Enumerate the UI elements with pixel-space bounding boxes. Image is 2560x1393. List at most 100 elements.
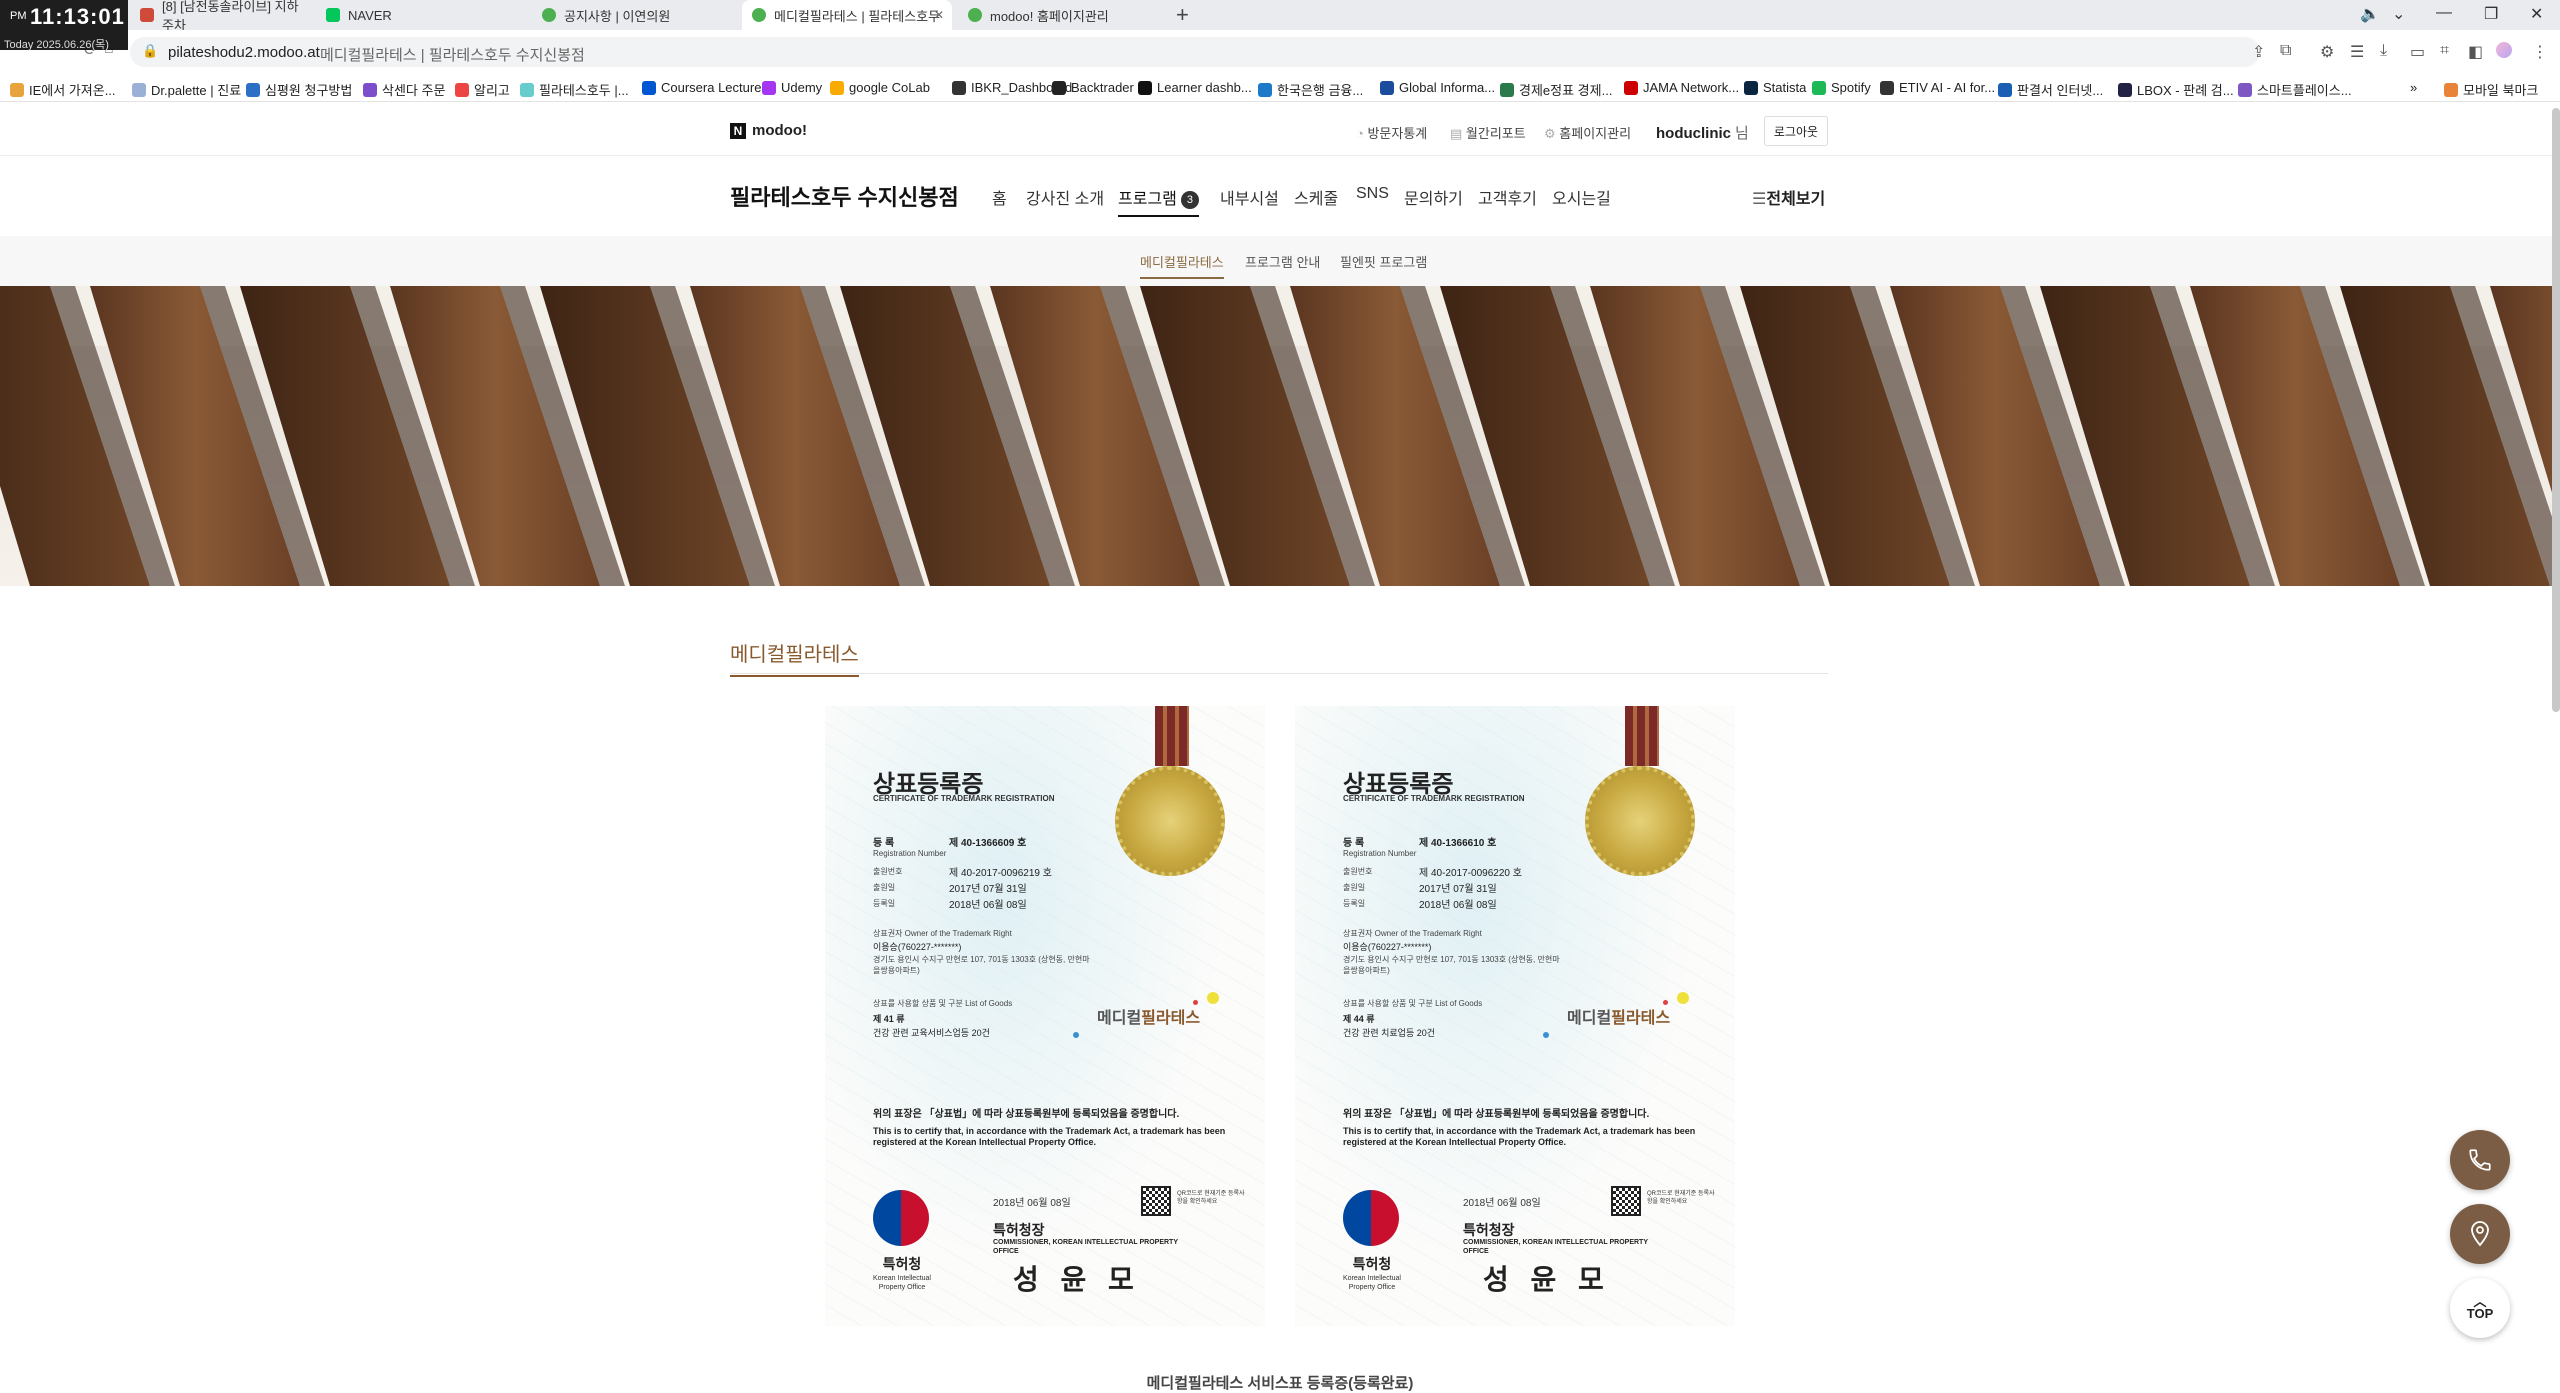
download-icon[interactable]: ⤓ bbox=[2380, 42, 2387, 60]
bookmark-item[interactable]: 알리고 bbox=[455, 80, 510, 99]
bookmark-item[interactable]: 필라테스호두 |... bbox=[520, 80, 629, 99]
bookmarks-more-button[interactable]: » bbox=[2410, 80, 2417, 95]
visitor-stats-link[interactable]: ◔ 방문자통계 bbox=[1356, 123, 1427, 142]
reg-label-en: Registration Number bbox=[873, 849, 947, 858]
office-name-en: Korean Intellectual Property Office bbox=[873, 1275, 931, 1291]
filing-date: 2017년 07월 31일 bbox=[1419, 884, 1497, 895]
restore-icon[interactable]: ❐ bbox=[2484, 4, 2498, 24]
close-tab-icon[interactable]: ✕ bbox=[934, 8, 944, 22]
menu-sns[interactable]: SNS bbox=[1356, 185, 1389, 203]
bookmark-item[interactable]: JAMA Network... bbox=[1624, 80, 1739, 95]
mobile-bookmarks-folder[interactable]: 모바일 북마크 bbox=[2444, 80, 2538, 99]
location-button[interactable] bbox=[2450, 1204, 2510, 1264]
chevron-down-icon[interactable]: ⌄ bbox=[2392, 4, 2405, 24]
bookmark-item[interactable]: IE에서 가져온... bbox=[10, 80, 116, 99]
browser-tab[interactable]: [8] [남전동솔라이브] 지하 주차 bbox=[130, 0, 310, 33]
brand-dot bbox=[1073, 1032, 1079, 1038]
reg-date: 2018년 06월 08일 bbox=[1419, 900, 1497, 911]
sidebar-icon[interactable]: ◧ bbox=[2468, 42, 2483, 62]
browser-tab-active[interactable]: 메디컬필라테스 | 필라테스호두 ✕ bbox=[742, 0, 952, 30]
bookmark-item[interactable]: Backtrader bbox=[1052, 80, 1134, 95]
site-name[interactable]: 필라테스호두 수지신봉점 bbox=[730, 180, 959, 212]
scroll-top-button[interactable]: ︿ TOP bbox=[2450, 1278, 2510, 1338]
pilates-brand-logo: 메디컬필라테스 bbox=[1567, 1004, 1670, 1028]
bookmark-item[interactable]: 한국은행 금융... bbox=[1258, 80, 1363, 99]
program-count-badge: 3 bbox=[1180, 190, 1199, 209]
bookmark-favicon-icon bbox=[1880, 80, 1894, 95]
address-bar[interactable]: 🔒 pilateshodu2.modoo.at 메디컬필라테스 | 필라테스호두… bbox=[130, 37, 2260, 67]
bookmark-item[interactable]: Coursera Lecture bbox=[642, 80, 761, 95]
browser-tab[interactable]: 공지사항 | 이연의원 bbox=[532, 0, 742, 30]
bookmark-item[interactable]: Udemy bbox=[762, 80, 822, 95]
reg-number: 제 40-1366610 호 bbox=[1419, 838, 1497, 849]
bookmark-item[interactable]: LBOX - 판례 검... bbox=[2118, 80, 2234, 99]
browser-tab[interactable]: NAVER bbox=[316, 0, 526, 30]
reading-list-icon[interactable]: ☰ bbox=[2350, 42, 2364, 62]
new-tab-button[interactable]: + bbox=[1176, 2, 1189, 28]
menu-home[interactable]: 홈 bbox=[992, 185, 1007, 209]
trademark-certificate-image: 상표등록증 CERTIFICATE OF TRADEMARK REGISTRATI… bbox=[825, 706, 1265, 1326]
homepage-admin-link[interactable]: ⚙ 홈페이지관리 bbox=[1544, 123, 1631, 142]
filing-label: 출원일 bbox=[1343, 883, 1366, 892]
submenu-program-guide[interactable]: 프로그램 안내 bbox=[1245, 252, 1320, 271]
share-icon[interactable]: ⇪ bbox=[2252, 42, 2265, 62]
extension-icon[interactable]: ⚙ bbox=[2320, 42, 2334, 62]
office-name: 특허청 bbox=[1352, 1256, 1392, 1272]
lock-icon: 🔒 bbox=[142, 43, 159, 58]
reg-date-label: 등록일 bbox=[1343, 899, 1366, 908]
audio-icon[interactable]: 🔈 bbox=[2360, 4, 2380, 24]
issue-date: 2018년 06월 08일 bbox=[1463, 1198, 1541, 1209]
commissioner-title: 특허청장 bbox=[993, 1222, 1045, 1238]
bookmark-item[interactable]: ETIV AI - AI for... bbox=[1880, 80, 1995, 95]
menu-instructors[interactable]: 강사진 소개 bbox=[1026, 185, 1104, 209]
menu-reviews[interactable]: 고객후기 bbox=[1478, 185, 1537, 209]
user-name: hoduclinic 님 bbox=[1656, 125, 1749, 142]
logout-button[interactable]: 로그아웃 bbox=[1764, 116, 1828, 146]
bookmark-item[interactable]: Dr.palette | 진료 bbox=[132, 80, 241, 99]
bookmark-item[interactable]: Statista bbox=[1744, 80, 1806, 95]
page-scrollbar[interactable] bbox=[2552, 108, 2560, 712]
menu-schedule[interactable]: 스케줄 bbox=[1294, 185, 1338, 209]
bookmark-item[interactable]: google CoLab bbox=[830, 80, 930, 95]
bookmark-favicon-icon bbox=[1138, 80, 1152, 95]
menu-facilities[interactable]: 내부시설 bbox=[1220, 185, 1279, 209]
close-window-icon[interactable]: ✕ bbox=[2530, 4, 2543, 24]
declaration-en: This is to certify that, in accordance w… bbox=[1343, 1126, 1696, 1147]
owner-label: 상표권자 Owner of the Trademark Right bbox=[1343, 929, 1482, 938]
app-number: 제 40-2017-0096219 호 bbox=[949, 868, 1052, 879]
view-all-button[interactable]: ☰전체보기 bbox=[1752, 185, 1825, 209]
bookmark-favicon-icon bbox=[363, 82, 377, 97]
menu-program[interactable]: 프로그램 3 bbox=[1118, 185, 1199, 217]
bookmark-item[interactable]: Spotify bbox=[1812, 80, 1871, 95]
submenu-pilnfit-program[interactable]: 필엔핏 프로그램 bbox=[1340, 252, 1427, 271]
page-title-text: 메디컬필라테스 | 필라테스호두 수지신봉점 bbox=[320, 47, 585, 64]
office-name-en: Korean Intellectual Property Office bbox=[1343, 1275, 1401, 1291]
monthly-report-link[interactable]: ▤ 월간리포트 bbox=[1450, 123, 1526, 142]
menu-directions[interactable]: 오시는길 bbox=[1552, 185, 1611, 209]
bookmark-item[interactable]: Learner dashb... bbox=[1138, 80, 1252, 95]
bookmark-item[interactable]: 삭센다 주문 bbox=[363, 80, 445, 99]
screenshot-icon[interactable]: ⌗ bbox=[2440, 42, 2449, 60]
minimize-icon[interactable]: — bbox=[2436, 4, 2452, 22]
bookmark-item[interactable]: 경제e정표 경제... bbox=[1500, 80, 1612, 99]
call-button[interactable] bbox=[2450, 1130, 2510, 1190]
bookmark-favicon-icon bbox=[642, 80, 656, 95]
bookmark-item[interactable]: 판결서 인터넷... bbox=[1998, 80, 2103, 99]
modoo-logo[interactable]: Nmodoo! bbox=[730, 122, 807, 139]
video-icon[interactable]: ▭ bbox=[2410, 42, 2425, 62]
ribbon-decoration bbox=[1625, 706, 1659, 766]
commissioner-signature: 성 윤 모 bbox=[1483, 1263, 1610, 1296]
menu-inquiry[interactable]: 문의하기 bbox=[1404, 185, 1463, 209]
more-menu-icon[interactable]: ⋮ bbox=[2532, 42, 2548, 62]
bookmark-item[interactable]: 심평원 청구방법 bbox=[246, 80, 352, 99]
owner: 이용승(760227-*******) bbox=[873, 942, 962, 952]
translate-icon[interactable]: ⧉ bbox=[2280, 42, 2291, 60]
gold-seal-icon bbox=[1115, 766, 1225, 876]
url-text: pilateshodu2.modoo.at bbox=[168, 44, 320, 61]
bookmark-item[interactable]: Global Informa... bbox=[1380, 80, 1495, 95]
profile-avatar[interactable] bbox=[2496, 42, 2512, 58]
browser-tab[interactable]: modoo! 홈페이지관리 bbox=[958, 0, 1168, 30]
gear-icon: ⚙ bbox=[1544, 126, 1560, 141]
bookmark-item[interactable]: 스마트플레이스... bbox=[2238, 80, 2352, 99]
submenu-medical-pilates[interactable]: 메디컬필라테스 bbox=[1140, 252, 1224, 279]
